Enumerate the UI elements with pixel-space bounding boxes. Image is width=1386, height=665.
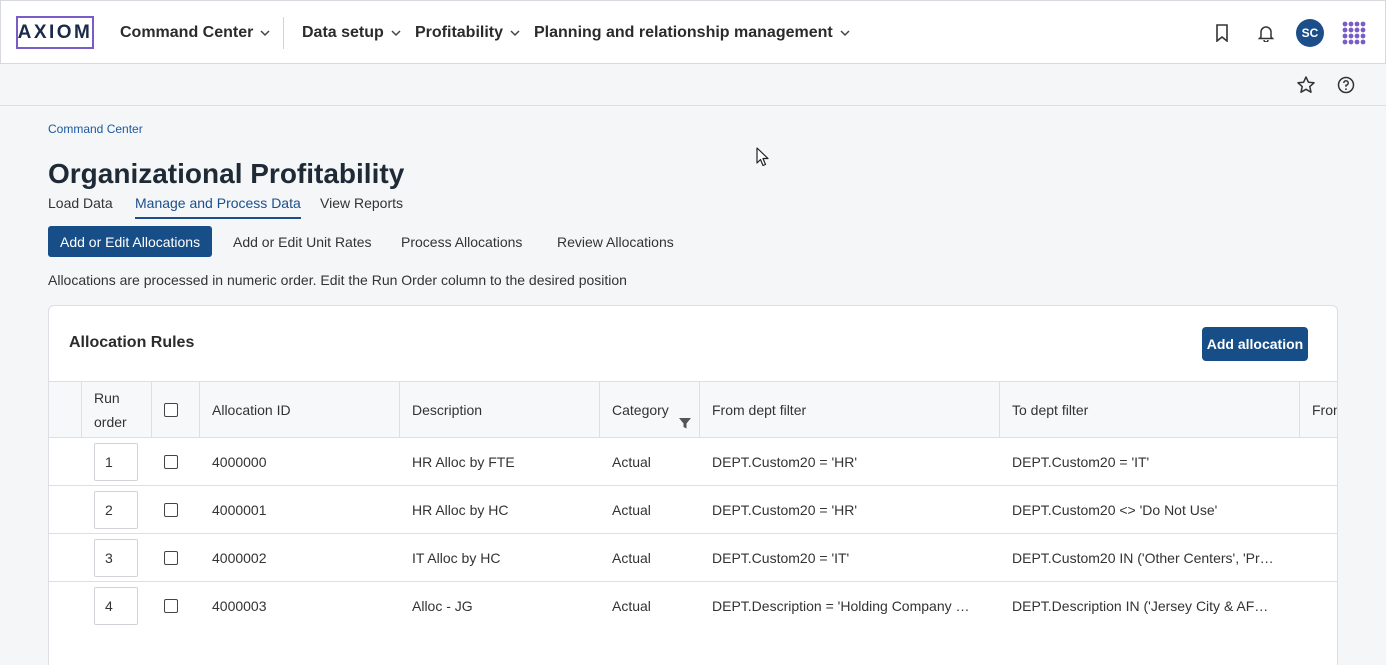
category-cell: Actual: [612, 453, 651, 470]
nav-divider: [283, 17, 284, 49]
to-dept-cell: DEPT.Custom20 <> 'Do Not Use': [1012, 501, 1218, 518]
select-cell: [152, 438, 200, 485]
row-checkbox[interactable]: [164, 598, 178, 613]
top-navigation: AXIOM Command Center Data setup Profitab…: [0, 0, 1386, 64]
tab-manage-and-process-data[interactable]: Manage and Process Data: [135, 195, 301, 219]
run-order-input[interactable]: 3: [94, 538, 138, 577]
help-icon: [1337, 76, 1355, 94]
category-cell: Actual: [612, 501, 651, 518]
header-drag-column: [49, 382, 82, 437]
star-icon: [1297, 76, 1315, 93]
allocation-id-cell: 4000001: [212, 501, 267, 518]
bookmark-button[interactable]: [1208, 19, 1236, 47]
header-to-dept-filter[interactable]: To dept filter: [1000, 382, 1300, 437]
breadcrumb[interactable]: Command Center: [48, 122, 143, 136]
chevron-down-icon: [510, 30, 520, 37]
subtab-add-or-edit-allocations[interactable]: Add or Edit Allocations: [48, 226, 213, 257]
mouse-cursor-icon: [756, 147, 769, 167]
select-cell: [152, 486, 200, 533]
description-cell: HR Alloc by FTE: [412, 453, 515, 470]
row-checkbox[interactable]: [164, 502, 178, 517]
row-checkbox[interactable]: [164, 550, 178, 565]
table-row[interactable]: 2 4000001 HR Alloc by HC Actual DEPT.Cus…: [49, 486, 1337, 534]
description-cell: IT Alloc by HC: [412, 549, 501, 566]
allocation-id-cell: 4000003: [212, 597, 267, 614]
run-order-cell: 3: [82, 534, 152, 581]
header-next-column[interactable]: From: [1300, 382, 1337, 437]
select-all-checkbox[interactable]: [164, 402, 178, 417]
bookmark-icon: [1216, 24, 1228, 42]
subtab-process-allocations[interactable]: Process Allocations: [401, 226, 522, 257]
nav-data-setup[interactable]: Data setup: [302, 21, 402, 45]
allocation-id-cell: 4000000: [212, 453, 267, 470]
table-row[interactable]: 3 4000002 IT Alloc by HC Actual DEPT.Cus…: [49, 534, 1337, 582]
header-from-dept-filter[interactable]: From dept filter: [700, 382, 1000, 437]
subtab-review-allocations[interactable]: Review Allocations: [557, 226, 674, 257]
chevron-down-icon: [840, 30, 850, 37]
chevron-down-icon: [260, 30, 270, 37]
run-order-cell: 4: [82, 582, 152, 629]
to-dept-cell: DEPT.Custom20 IN ('Other Centers', 'Pr…: [1012, 549, 1274, 566]
grid-header: Run order Allocation ID Description Categ…: [49, 381, 1337, 438]
allocation-rules-card: Allocation Rules Add allocation Run order…: [48, 305, 1338, 665]
table-row[interactable]: 1 4000000 HR Alloc by FTE Actual DEPT.Cu…: [49, 438, 1337, 486]
select-cell: [152, 582, 200, 629]
chevron-down-icon: [391, 30, 401, 37]
allocation-id-cell: 4000002: [212, 549, 267, 566]
header-select-all: [152, 382, 200, 437]
header-description[interactable]: Description: [400, 382, 600, 437]
subtab-add-or-edit-unit-rates[interactable]: Add or Edit Unit Rates: [233, 226, 372, 257]
page-title: Organizational Profitability: [48, 158, 405, 189]
run-order-input[interactable]: 4: [94, 586, 138, 625]
category-cell: Actual: [612, 597, 651, 614]
run-order-cell: 2: [82, 486, 152, 533]
from-dept-cell: DEPT.Custom20 = 'IT': [712, 549, 850, 566]
help-button[interactable]: [1335, 74, 1357, 96]
notifications-button[interactable]: [1252, 19, 1280, 47]
run-order-input[interactable]: 2: [94, 490, 138, 529]
from-dept-cell: DEPT.Custom20 = 'HR': [712, 501, 858, 518]
favorite-button[interactable]: [1295, 74, 1317, 96]
tab-load-data[interactable]: Load Data: [48, 195, 113, 219]
help-text: Allocations are processed in numeric ord…: [48, 272, 627, 288]
header-run-order[interactable]: Run order: [82, 382, 152, 437]
card-title: Allocation Rules: [69, 334, 195, 351]
apps-grid-button[interactable]: [1340, 19, 1368, 47]
bell-icon: [1257, 26, 1275, 42]
axiom-logo[interactable]: AXIOM: [16, 16, 94, 49]
nav-profitability[interactable]: Profitability: [415, 21, 521, 45]
description-cell: HR Alloc by HC: [412, 501, 509, 518]
tab-view-reports[interactable]: View Reports: [320, 195, 403, 219]
header-category[interactable]: Category: [600, 382, 700, 437]
page-toolbar: [0, 64, 1386, 106]
to-dept-cell: DEPT.Custom20 = 'IT': [1012, 453, 1150, 470]
add-allocation-button[interactable]: Add allocation: [1202, 327, 1308, 361]
run-order-cell: 1: [82, 438, 152, 485]
nav-command-center[interactable]: Command Center: [120, 21, 271, 45]
select-cell: [152, 534, 200, 581]
run-order-input[interactable]: 1: [94, 442, 138, 481]
description-cell: Alloc - JG: [412, 597, 473, 614]
from-dept-cell: DEPT.Custom20 = 'HR': [712, 453, 858, 470]
row-checkbox[interactable]: [164, 454, 178, 469]
filter-icon[interactable]: [678, 416, 692, 430]
header-allocation-id[interactable]: Allocation ID: [200, 382, 400, 437]
from-dept-cell: DEPT.Description = 'Holding Company …: [712, 597, 970, 614]
to-dept-cell: DEPT.Description IN ('Jersey City & AF…: [1012, 597, 1269, 614]
nav-planning[interactable]: Planning and relationship management: [534, 21, 851, 45]
apps-grid-icon: [1342, 21, 1366, 45]
avatar[interactable]: SC: [1296, 19, 1324, 47]
table-row[interactable]: 4 4000003 Alloc - JG Actual DEPT.Descrip…: [49, 582, 1337, 630]
category-cell: Actual: [612, 549, 651, 566]
